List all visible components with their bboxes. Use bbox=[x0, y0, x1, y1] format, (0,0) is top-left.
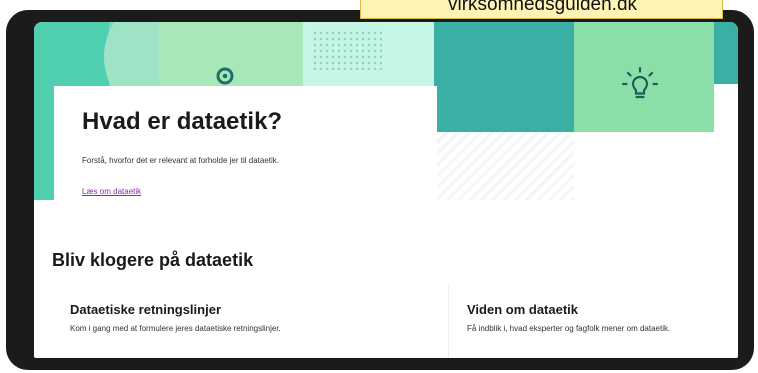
section-heading: Bliv klogere på dataetik bbox=[52, 250, 254, 270]
hero-decor-block bbox=[714, 22, 738, 84]
lightbulb-icon bbox=[621, 66, 659, 99]
browser-viewport: Hvad er dataetik? Forstå, hvorfor det er… bbox=[34, 22, 738, 358]
site-url-badge: virksomhedsguiden.dk bbox=[360, 0, 723, 19]
site-url-text: virksomhedsguiden.dk bbox=[447, 0, 638, 15]
topic-card-title: Dataetiske retningslinjer bbox=[70, 302, 221, 317]
topic-card-knowledge[interactable]: Viden om dataetik Få indblik i, hvad eks… bbox=[448, 284, 738, 358]
hero-stripe-pattern bbox=[434, 132, 574, 200]
hero-description: Forstå, hvorfor det er relevant at forho… bbox=[82, 156, 279, 165]
topic-card-title: Viden om dataetik bbox=[467, 302, 579, 317]
location-pin-icon bbox=[216, 67, 234, 85]
topic-card-guidelines[interactable]: Dataetiske retningslinjer Kom i gang med… bbox=[52, 284, 444, 358]
topic-card-description: Få indblik i, hvad eksperter og fagfolk … bbox=[467, 324, 671, 333]
hero-card: Hvad er dataetik? Forstå, hvorfor det er… bbox=[54, 86, 437, 218]
read-more-link[interactable]: Læs om dataetik bbox=[82, 187, 141, 196]
hero-decor-block bbox=[434, 22, 574, 132]
hero-dot-pattern bbox=[312, 30, 382, 70]
topic-card-description: Kom i gang med at formulere jeres dataet… bbox=[70, 324, 281, 333]
page-title: Hvad er dataetik? bbox=[82, 108, 283, 135]
